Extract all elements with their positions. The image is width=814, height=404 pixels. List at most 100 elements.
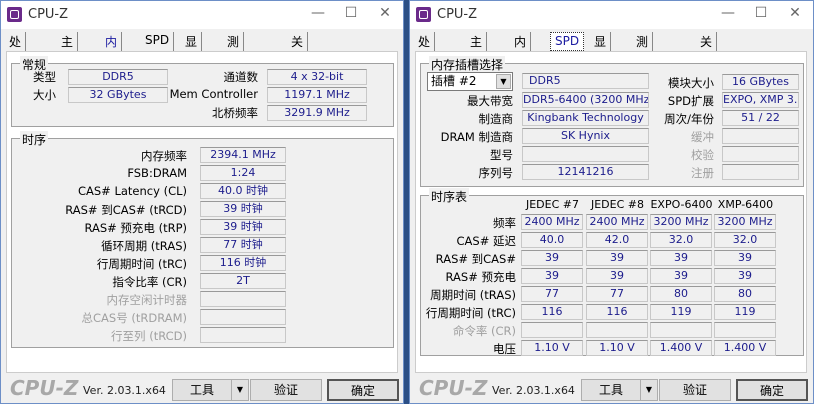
cpuz-app-icon xyxy=(416,7,431,22)
timing-cell: 80 xyxy=(714,286,776,302)
maximize-icon[interactable]: ☐ xyxy=(751,5,771,21)
timing-cell: 39 xyxy=(586,250,648,266)
slot-select[interactable]: 插槽 #2 ▼ xyxy=(427,72,513,91)
timing-cell: 116 xyxy=(586,304,648,320)
timing-cell: 39 xyxy=(650,268,712,284)
tab-2[interactable]: 内存 xyxy=(101,32,123,66)
timing-label: CAS# Latency (CL) xyxy=(77,184,187,198)
timing-value xyxy=(200,291,286,307)
timing-cell xyxy=(586,322,648,338)
timing-row-label: 周期时间 (tRAS) xyxy=(430,288,516,302)
size-label: 大小 xyxy=(33,88,56,102)
tab-2[interactable]: 内存 xyxy=(510,32,532,66)
channels-label: 通道数 xyxy=(223,70,259,84)
tab-0[interactable]: 处理器 xyxy=(5,32,27,83)
size-value: 32 GBytes xyxy=(68,87,168,103)
timings-group-title: 时序 xyxy=(20,131,49,148)
mem-controller-value: 1197.1 MHz xyxy=(267,87,367,103)
channels-value: 4 x 32-bit xyxy=(267,69,367,85)
timing-cell: 39 xyxy=(521,268,583,284)
spd-label: 型号 xyxy=(490,148,513,162)
tab-3[interactable]: SPD xyxy=(550,32,585,51)
timing-cell: 77 xyxy=(586,286,648,302)
timing-cell: 119 xyxy=(650,304,712,320)
mem-controller-label: Mem Controller xyxy=(169,87,258,101)
type-label: 类型 xyxy=(33,70,56,84)
minimize-icon[interactable]: — xyxy=(308,5,328,21)
tools-button[interactable]: 工具 xyxy=(172,379,232,401)
timing-cell: 39 xyxy=(714,250,776,266)
timing-row-label: 频率 xyxy=(493,216,516,230)
version-label: Ver. 2.03.1.x64 xyxy=(83,384,166,397)
tab-6[interactable]: 关于 xyxy=(287,32,309,66)
window-title: CPU-Z xyxy=(437,7,478,22)
column-header: JEDEC #8 xyxy=(590,198,644,211)
spd-label: 最大带宽 xyxy=(467,94,513,108)
ok-button[interactable]: 确定 xyxy=(736,379,808,401)
column-header: EXPO-6400 xyxy=(650,198,713,211)
timing-cell: 42.0 xyxy=(586,232,648,248)
tools-button[interactable]: 工具 xyxy=(581,379,641,401)
spd-right-value: EXPO, XMP 3.0 xyxy=(722,92,799,108)
spd-value xyxy=(522,146,649,162)
column-header: JEDEC #7 xyxy=(525,198,579,211)
slot-group-title: 内存插槽选择 xyxy=(429,56,506,73)
timing-value: 2394.1 MHz xyxy=(200,147,286,163)
timing-cell: 116 xyxy=(521,304,583,320)
tab-4[interactable]: 显卡 xyxy=(181,32,203,66)
tab-3[interactable]: SPD xyxy=(141,32,175,51)
cpuz-logo: CPU-Z xyxy=(10,376,79,400)
timing-value: 2T xyxy=(200,273,286,289)
timing-cell: 32.0 xyxy=(714,232,776,248)
tools-dropdown-icon[interactable]: ▼ xyxy=(640,379,658,401)
validate-button[interactable]: 验证 xyxy=(250,379,322,401)
minimize-icon[interactable]: — xyxy=(718,5,738,21)
tab-5[interactable]: 測試分數 xyxy=(223,32,245,100)
timing-label: 行周期时间 (tRC) xyxy=(96,257,187,271)
spd-right-value xyxy=(722,128,799,144)
timing-value: 77 时钟 xyxy=(200,237,286,253)
timing-row-label: CAS# 延迟 xyxy=(456,234,517,248)
timing-value: 39 时钟 xyxy=(200,219,286,235)
spd-right-label: 周次/年份 xyxy=(664,112,714,126)
timing-row-label: 行周期时间 (tRC) xyxy=(425,306,516,320)
spd-label: 制造商 xyxy=(478,112,514,126)
timing-value: 39 时钟 xyxy=(200,201,286,217)
timing-row-label: 电压 xyxy=(493,342,516,356)
ok-button[interactable]: 确定 xyxy=(327,379,399,401)
title-bar: CPU-Z — ☐ ✕ xyxy=(410,1,813,29)
timing-cell: 80 xyxy=(650,286,712,302)
module-type-value: DDR5 xyxy=(522,73,649,89)
spd-right-label: 模块大小 xyxy=(668,76,714,90)
tab-4[interactable]: 显卡 xyxy=(590,32,612,66)
northbridge-value: 3291.9 MHz xyxy=(267,105,367,121)
validate-button[interactable]: 验证 xyxy=(659,379,731,401)
spd-right-label: 注册 xyxy=(691,166,714,180)
type-value: DDR5 xyxy=(68,69,168,85)
tab-0[interactable]: 处理器 xyxy=(414,32,436,83)
timing-value: 40.0 时钟 xyxy=(200,183,286,199)
tab-1[interactable]: 主板 xyxy=(57,32,79,66)
tab-5[interactable]: 測試分數 xyxy=(632,32,654,100)
timing-row-label: RAS# 预充电 xyxy=(445,270,516,284)
tab-1[interactable]: 主板 xyxy=(466,32,488,66)
northbridge-label: 北桥频率 xyxy=(212,106,258,120)
timing-label: 总CAS号 (tRDRAM) xyxy=(81,311,188,325)
chevron-down-icon[interactable]: ▼ xyxy=(496,74,511,89)
timing-value: 1:24 xyxy=(200,165,286,181)
timing-table-title: 时序表 xyxy=(429,188,470,205)
tools-dropdown-icon[interactable]: ▼ xyxy=(231,379,249,401)
cpuz-window-spd: CPU-Z — ☐ ✕ 处理器 主板内存 SPD 显卡測試分數 关于 CPU-Z Ver. 2.03… xyxy=(409,0,814,404)
timing-label: 行至列 (tRCD) xyxy=(111,329,187,343)
timing-cell: 39 xyxy=(586,268,648,284)
close-icon[interactable]: ✕ xyxy=(785,5,805,21)
close-icon[interactable]: ✕ xyxy=(375,5,395,21)
timing-cell xyxy=(521,322,583,338)
timing-cell xyxy=(650,322,712,338)
window-title: CPU-Z xyxy=(28,7,69,22)
timing-label: 内存频率 xyxy=(141,149,187,163)
tab-6[interactable]: 关于 xyxy=(696,32,718,66)
timing-cell: 39 xyxy=(714,268,776,284)
timing-label: RAS# 预充电 (tRP) xyxy=(84,221,187,235)
maximize-icon[interactable]: ☐ xyxy=(341,5,361,21)
